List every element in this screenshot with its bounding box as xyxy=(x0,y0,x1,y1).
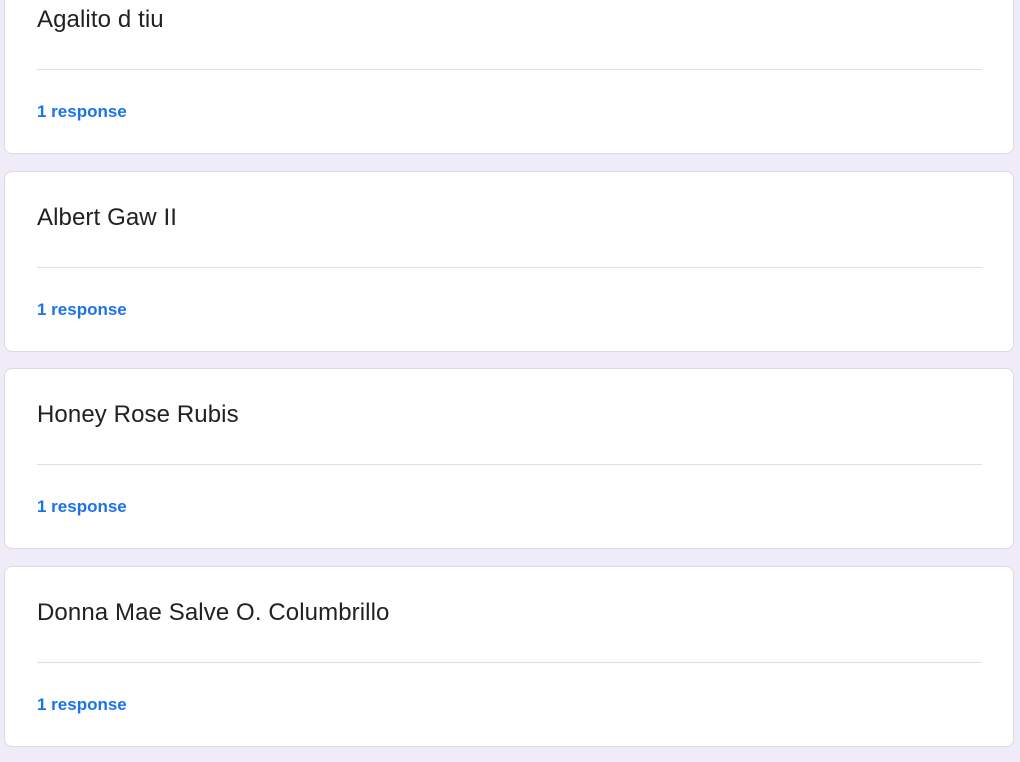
response-count-link[interactable]: 1 response xyxy=(37,299,127,321)
question-card: Albert Gaw II 1 response xyxy=(4,171,1014,352)
question-title: Albert Gaw II xyxy=(37,204,178,231)
question-card: Honey Rose Rubis 1 response xyxy=(4,368,1014,549)
response-count-link[interactable]: 1 response xyxy=(37,694,127,716)
divider xyxy=(37,464,982,465)
divider xyxy=(37,267,982,268)
divider xyxy=(37,69,982,70)
question-title: Agalito d tiu xyxy=(37,6,164,33)
question-card: Donna Mae Salve O. Columbrillo 1 respons… xyxy=(4,566,1014,747)
divider xyxy=(37,662,982,663)
question-title: Honey Rose Rubis xyxy=(37,401,239,428)
question-card: Agalito d tiu 1 response xyxy=(4,0,1014,154)
response-count-link[interactable]: 1 response xyxy=(37,496,127,518)
response-count-link[interactable]: 1 response xyxy=(37,101,127,123)
question-title: Donna Mae Salve O. Columbrillo xyxy=(37,599,390,626)
